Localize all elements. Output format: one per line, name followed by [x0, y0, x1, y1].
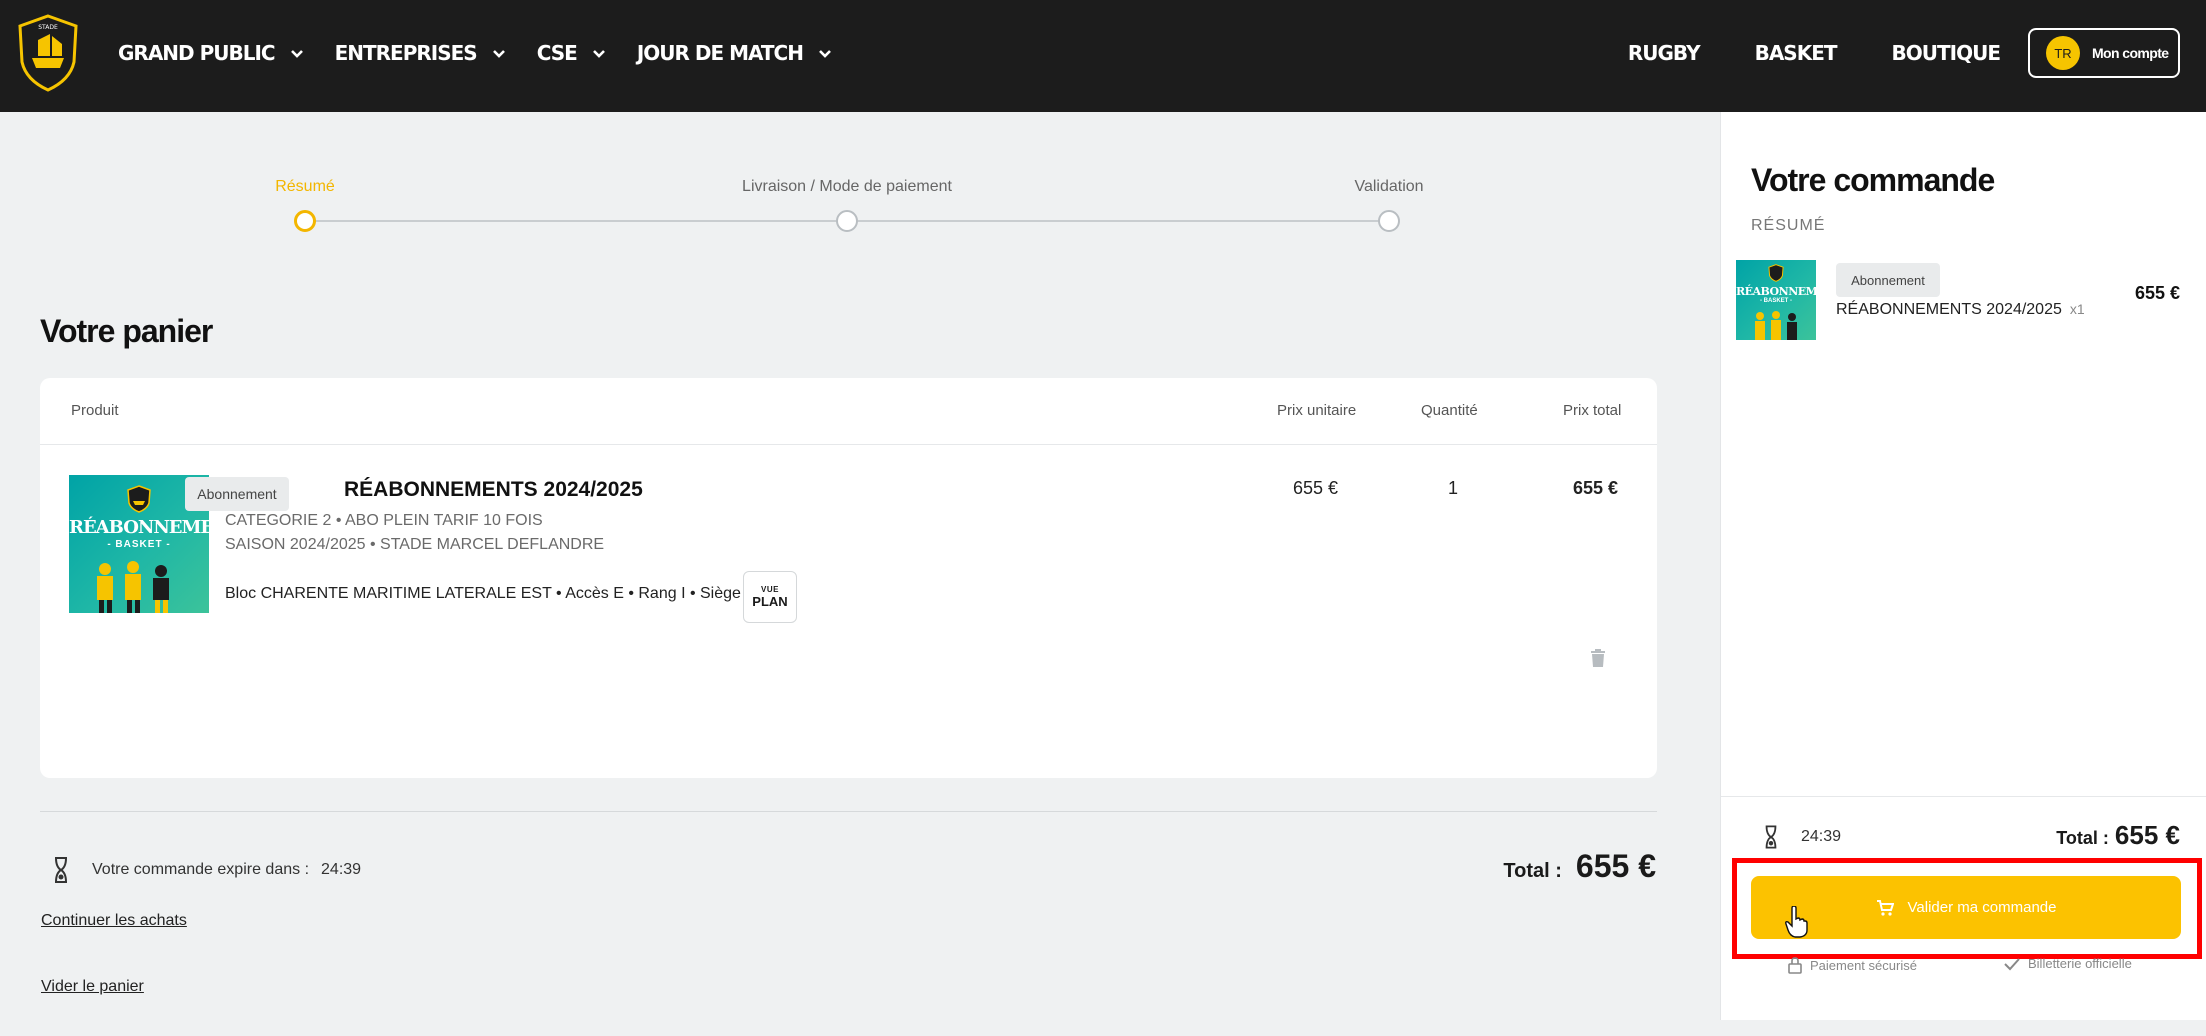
- nav-entreprises[interactable]: ENTREPRISES: [335, 41, 507, 65]
- product-category: CATEGORIE 2 • ABO PLEIN TARIF 10 FOIS: [225, 512, 543, 529]
- nav-label: ENTREPRISES: [334, 41, 478, 65]
- nav-label: CSE: [536, 41, 578, 65]
- summary-product-image: RÉABONNEMENTS - BASKET -: [1736, 260, 1816, 340]
- summary-product-price: 655 €: [2134, 283, 2180, 303]
- product-type-tag: Abonnement: [185, 477, 289, 511]
- summary-timer: 24:39: [1763, 824, 1841, 850]
- trash-icon[interactable]: [1589, 648, 1607, 668]
- nav-jour-de-match[interactable]: JOUR DE MATCH: [637, 41, 833, 65]
- column-header-quantity: Quantité: [1421, 402, 1478, 419]
- secondary-nav: RUGBY BASKET BOUTIQUE TR Mon compte: [1628, 0, 2180, 106]
- trust-secure-payment-label: Paiement sécurisé: [1810, 957, 1917, 973]
- sidebar-divider: [1721, 796, 2206, 797]
- chevron-down-icon: [819, 50, 831, 58]
- view-plan-small-label: VUE: [761, 585, 779, 594]
- step-label-validation: Validation: [1354, 178, 1424, 195]
- validate-order-button[interactable]: Valider ma commande: [1751, 876, 2181, 939]
- main-nav: GRAND PUBLIC ENTREPRISES CSE JOUR DE MAT…: [118, 0, 863, 106]
- hourglass-icon: [1765, 825, 1777, 849]
- empty-cart-link[interactable]: Vider le panier: [41, 978, 144, 996]
- cart-total-value: 655 €: [1575, 848, 1656, 884]
- nav-basket[interactable]: BASKET: [1755, 41, 1838, 65]
- product-name: RÉABONNEMENTS 2024/2025: [344, 478, 643, 501]
- cart-total-label: Total :: [1503, 860, 1562, 882]
- club-badge-icon: [1768, 264, 1784, 282]
- summary-product-qty: x1: [2069, 301, 2085, 317]
- column-header-product: Produit: [71, 402, 119, 419]
- nav-cse[interactable]: CSE: [537, 41, 607, 65]
- unit-price-value: 655 €: [1293, 478, 1339, 498]
- validate-order-label: Valider ma commande: [1907, 899, 2057, 916]
- lock-icon: [1788, 957, 1802, 974]
- account-button[interactable]: TR Mon compte: [2028, 28, 2180, 78]
- trust-secure-payment: Paiement sécurisé: [1788, 956, 1917, 974]
- continue-shopping-link[interactable]: Continuer les achats: [41, 912, 187, 930]
- nav-rugby[interactable]: RUGBY: [1628, 41, 1701, 65]
- summary-product-name-row: RÉABONNEMENTS 2024/2025 x1: [1836, 301, 2085, 319]
- cart-total: Total : 655 €: [1503, 848, 1656, 885]
- total-price-value: 655 €: [1573, 478, 1619, 498]
- cart-table: Produit Prix unitaire Quantité Prix tota…: [40, 378, 1657, 778]
- column-header-total-price: Prix total: [1563, 402, 1622, 419]
- step-dot-validation: [1378, 210, 1400, 232]
- checkmark-icon: [2004, 957, 2020, 970]
- quantity-value: 1: [1448, 478, 1459, 498]
- cart-divider: [40, 811, 1657, 812]
- cart-icon: [1876, 899, 1894, 916]
- step-label-livraison: Livraison / Mode de paiement: [742, 178, 952, 195]
- product-image-title: RÉABONNEMENTS: [69, 517, 209, 538]
- svg-text:STADE: STADE: [38, 24, 58, 31]
- cart-title: Votre panier: [40, 313, 213, 349]
- order-summary-title: Votre commande: [1751, 162, 1995, 198]
- table-header-divider: [40, 444, 1657, 445]
- step-dot-resume: [294, 210, 316, 232]
- view-plan-label: PLAN: [752, 594, 788, 609]
- checkout-stepper: Résumé Livraison / Mode de paiement Vali…: [0, 112, 1720, 242]
- top-navigation-bar: STADE GRAND PUBLIC ENTREPRISES CSE JOUR …: [0, 0, 2206, 112]
- summary-timer-value: 24:39: [1801, 828, 1842, 845]
- expire-label: Votre commande expire dans :: [92, 861, 310, 878]
- players-illustration-icon: [1755, 311, 1797, 340]
- avatar: TR: [2046, 36, 2080, 70]
- view-plan-button[interactable]: VUE PLAN: [743, 571, 797, 623]
- nav-boutique[interactable]: BOUTIQUE: [1892, 41, 2001, 65]
- summary-total: Total : 655 €: [2056, 820, 2180, 851]
- players-illustration-icon: [97, 561, 169, 613]
- trust-official-ticketing-label: Billetterie officielle: [2028, 956, 2132, 971]
- nav-label: JOUR DE MATCH: [636, 41, 804, 65]
- summary-image-title: RÉABONNEMENTS: [1736, 285, 1816, 298]
- summary-total-value: 655 €: [2114, 820, 2180, 850]
- hand-pointer-icon: [1785, 906, 1808, 938]
- account-label: Mon compte: [2092, 45, 2169, 61]
- nav-grand-public[interactable]: GRAND PUBLIC: [118, 41, 305, 65]
- step-dot-livraison: [836, 210, 858, 232]
- product-image-subtitle: - BASKET -: [107, 539, 171, 550]
- order-expiry: Votre commande expire dans : 24:39: [52, 856, 361, 884]
- club-badge-icon: [127, 485, 151, 513]
- expire-time: 24:39: [321, 861, 362, 878]
- step-label-resume: Résumé: [275, 178, 335, 195]
- chevron-down-icon: [492, 50, 505, 58]
- product-seat-info: Bloc CHARENTE MARITIME LATERALE EST • Ac…: [225, 585, 773, 602]
- nav-label: GRAND PUBLIC: [118, 41, 276, 65]
- summary-image-subtitle: - BASKET -: [1760, 298, 1792, 304]
- trust-official-ticketing: Billetterie officielle: [2004, 956, 2132, 971]
- product-season: SAISON 2024/2025 • STADE MARCEL DEFLANDR…: [225, 536, 605, 553]
- summary-total-label: Total :: [2056, 828, 2109, 848]
- order-summary-subtitle: RÉSUMÉ: [1751, 217, 1826, 234]
- summary-product-name: RÉABONNEMENTS 2024/2025: [1836, 301, 2062, 318]
- stade-rochelais-logo[interactable]: STADE: [16, 14, 80, 92]
- chevron-down-icon: [592, 50, 605, 58]
- hourglass-icon: [55, 857, 67, 883]
- summary-product-tag: Abonnement: [1836, 263, 1940, 297]
- chevron-down-icon: [290, 50, 303, 58]
- column-header-unit-price: Prix unitaire: [1277, 402, 1357, 419]
